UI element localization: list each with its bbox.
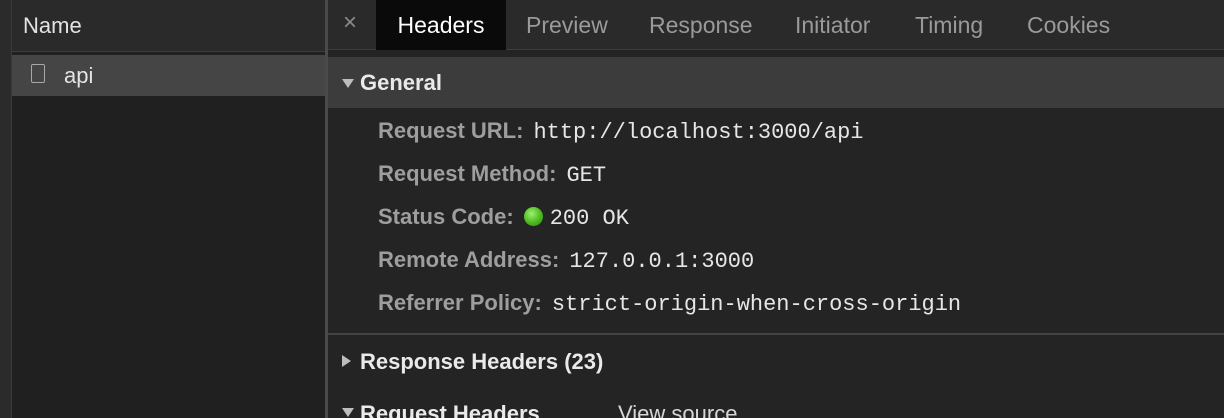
kv-key: Remote Address:	[378, 247, 560, 272]
tab-initiator[interactable]: Initiator	[795, 0, 870, 50]
expand-triangle-icon	[342, 79, 354, 88]
kv-key: Status Code:	[378, 204, 514, 229]
request-name: api	[64, 63, 94, 88]
kv-value: http://localhost:3000/api	[533, 120, 864, 145]
details-tab-bar: × Headers Preview Response Initiator Tim…	[328, 0, 1224, 50]
section-title: Response Headers (23)	[360, 349, 604, 374]
tab-cookies[interactable]: Cookies	[1027, 0, 1110, 50]
kv-value: 200 OK	[549, 206, 629, 231]
expand-triangle-icon	[342, 408, 354, 417]
section-title: General	[360, 70, 442, 95]
view-source-link[interactable]: View source	[618, 394, 737, 418]
kv-row-remote-address: Remote Address: 127.0.0.1:3000	[378, 245, 754, 275]
close-icon[interactable]: ×	[343, 8, 357, 38]
kv-value: strict-origin-when-cross-origin	[551, 292, 962, 317]
request-details-panel: × Headers Preview Response Initiator Tim…	[328, 0, 1224, 418]
name-column-header[interactable]: Name	[12, 0, 325, 52]
section-title: Request Headers	[360, 401, 540, 418]
kv-key: Request URL:	[378, 118, 524, 143]
tab-preview[interactable]: Preview	[526, 0, 608, 50]
request-list-panel: Name api	[12, 0, 325, 418]
kv-key: Referrer Policy:	[378, 290, 542, 315]
status-ok-dot-icon	[523, 207, 543, 226]
kv-row-request-method: Request Method: GET	[378, 159, 606, 189]
devtools-network-panel: Name api × Headers Preview Response Init…	[0, 0, 1224, 418]
request-row-api[interactable]: api	[12, 55, 325, 96]
section-separator	[328, 333, 1224, 335]
tab-response[interactable]: Response	[649, 0, 753, 50]
kv-value: GET	[566, 163, 607, 188]
kv-value: 127.0.0.1:3000	[569, 249, 755, 274]
response-headers-section-header[interactable]: Response Headers (23)	[328, 337, 1224, 387]
kv-key: Request Method:	[378, 161, 557, 186]
general-section-header[interactable]: General	[328, 57, 1224, 108]
tab-timing[interactable]: Timing	[915, 0, 983, 50]
left-edge-strip	[0, 0, 12, 418]
general-section-body: Request URL: http://localhost:3000/api Re…	[328, 108, 1224, 334]
file-icon	[31, 64, 45, 83]
tab-headers[interactable]: Headers	[376, 0, 506, 50]
kv-row-request-url: Request URL: http://localhost:3000/api	[378, 116, 864, 146]
collapse-triangle-icon	[342, 355, 351, 367]
kv-row-referrer-policy: Referrer Policy: strict-origin-when-cross…	[378, 288, 961, 318]
request-headers-section-header[interactable]: Request Headers View source	[328, 394, 1224, 418]
kv-row-status-code: Status Code: 200 OK	[378, 202, 629, 232]
